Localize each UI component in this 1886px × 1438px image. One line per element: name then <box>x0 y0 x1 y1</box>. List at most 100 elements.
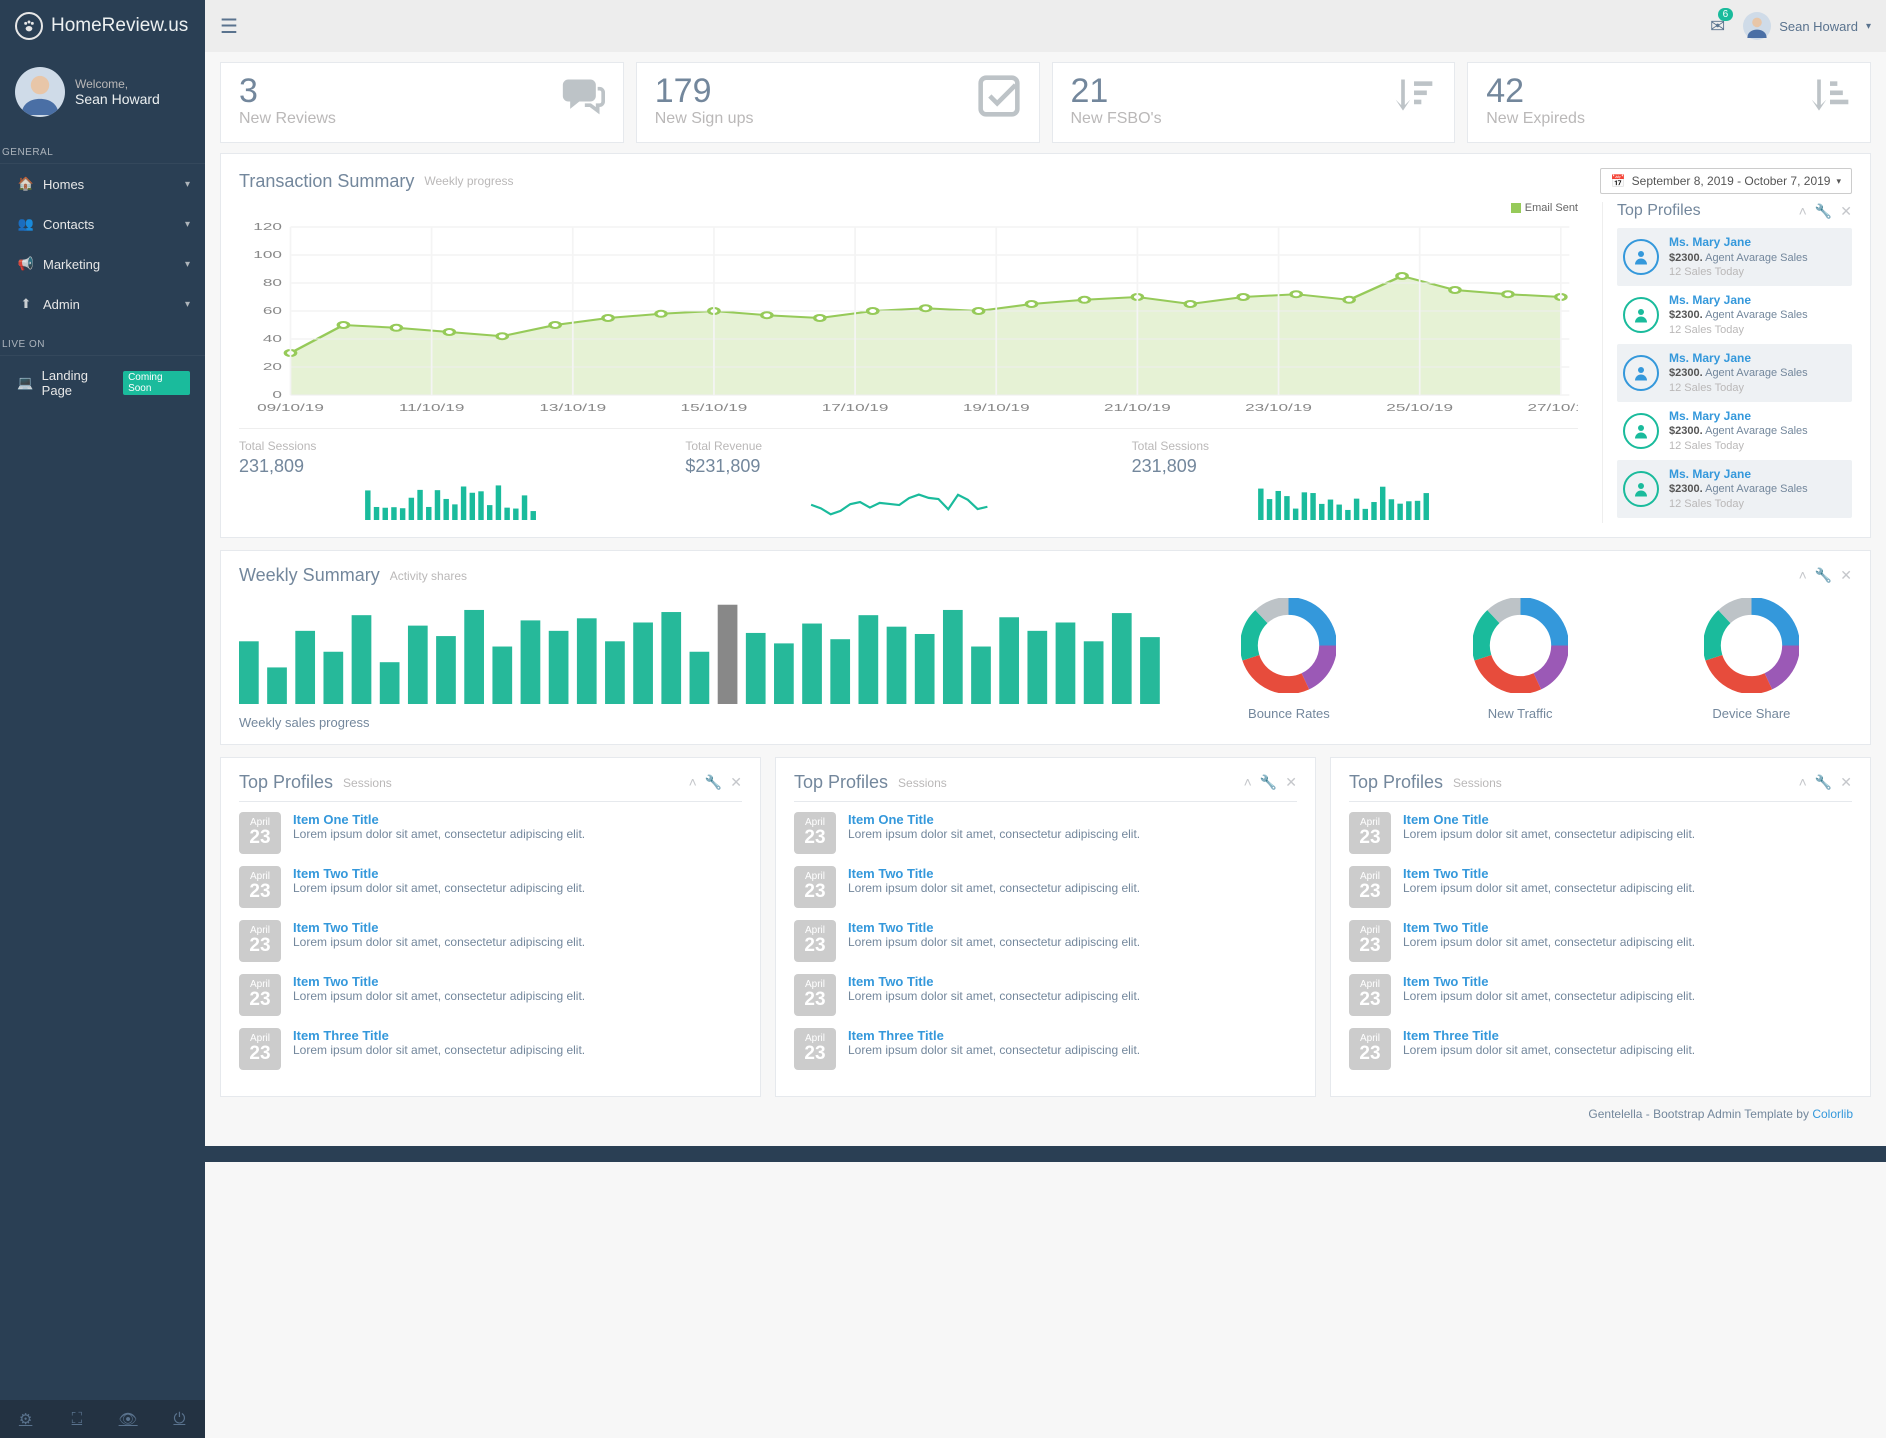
close-icon[interactable]: ✕ <box>1840 203 1852 220</box>
profile-item[interactable]: Ms. Mary Jane$2300. Agent Avarage Sales1… <box>1617 344 1852 402</box>
svg-text:13/10/19: 13/10/19 <box>539 402 606 413</box>
feed-item[interactable]: April23Item Three TitleLorem ipsum dolor… <box>239 1028 742 1070</box>
topnav: ☰ ✉6 Sean Howard ▾ <box>205 0 1886 52</box>
svg-text:60: 60 <box>263 305 282 316</box>
stat-tile[interactable]: 179New Sign ups <box>636 62 1040 143</box>
power-icon[interactable]: ⏻ <box>154 1400 205 1438</box>
footer-link[interactable]: Colorlib <box>1812 1107 1853 1121</box>
donut-widget: New Traffic <box>1473 598 1568 721</box>
section-title: LIVE ON <box>0 334 205 356</box>
feed-item[interactable]: April23Item One TitleLorem ipsum dolor s… <box>794 812 1297 854</box>
bullhorn-icon: 📢 <box>15 256 37 272</box>
section-title: GENERAL <box>0 142 205 164</box>
feed-item[interactable]: April23Item Two TitleLorem ipsum dolor s… <box>794 974 1297 1016</box>
svg-text:11/10/19: 11/10/19 <box>399 402 465 413</box>
stat-tile[interactable]: 42New Expireds <box>1467 62 1871 143</box>
brand-row[interactable]: HomeReview.us <box>0 0 205 52</box>
svg-text:15/10/19: 15/10/19 <box>681 402 748 413</box>
calendar-badge: April23 <box>794 866 836 908</box>
feed-item[interactable]: April23Item One TitleLorem ipsum dolor s… <box>239 812 742 854</box>
calendar-badge: April23 <box>794 1028 836 1070</box>
svg-text:19/10/19: 19/10/19 <box>963 402 1030 413</box>
profile-row: Welcome, Sean Howard <box>0 52 205 132</box>
feed-item[interactable]: April23Item Two TitleLorem ipsum dolor s… <box>794 920 1297 962</box>
profile-item[interactable]: Ms. Mary Jane$2300. Agent Avarage Sales1… <box>1617 286 1852 344</box>
profile-item[interactable]: Ms. Mary Jane$2300. Agent Avarage Sales1… <box>1617 460 1852 518</box>
feed-item[interactable]: April23Item Three TitleLorem ipsum dolor… <box>794 1028 1297 1070</box>
chevron-up-icon[interactable]: ˄ <box>689 774 697 791</box>
feed-item[interactable]: April23Item Two TitleLorem ipsum dolor s… <box>1349 866 1852 908</box>
user-icon <box>1623 355 1659 391</box>
sidebar-item-admin[interactable]: ⬆Admin▾ <box>0 284 205 324</box>
calendar-badge: April23 <box>239 812 281 854</box>
brand-name: HomeReview.us <box>51 15 188 37</box>
svg-text:23/10/19: 23/10/19 <box>1245 402 1312 413</box>
date-range-button[interactable]: 📅 September 8, 2019 - October 7, 2019 ▾ <box>1600 168 1852 194</box>
close-icon[interactable]: ✕ <box>730 774 742 791</box>
eye-icon[interactable]: 👁 <box>103 1400 154 1438</box>
chevron-up-icon[interactable]: ˄ <box>1799 567 1807 584</box>
profile-item[interactable]: Ms. Mary Jane$2300. Agent Avarage Sales1… <box>1617 228 1852 286</box>
paw-icon <box>15 12 43 40</box>
mail-badge: 6 <box>1718 8 1734 21</box>
avatar <box>15 67 65 117</box>
wrench-icon[interactable]: 🔧 <box>1815 567 1832 584</box>
feed-item[interactable]: April23Item Two TitleLorem ipsum dolor s… <box>1349 920 1852 962</box>
feed-item[interactable]: April23Item Three TitleLorem ipsum dolor… <box>1349 1028 1852 1070</box>
svg-text:09/10/19: 09/10/19 <box>257 402 324 413</box>
wrench-icon[interactable]: 🔧 <box>1815 203 1832 220</box>
calendar-badge: April23 <box>239 974 281 1016</box>
mail-icon[interactable]: ✉6 <box>1710 16 1725 37</box>
feed-item[interactable]: April23Item Two TitleLorem ipsum dolor s… <box>1349 974 1852 1016</box>
calendar-badge: April23 <box>1349 974 1391 1016</box>
calendar-badge: April23 <box>1349 866 1391 908</box>
transaction-panel: Transaction Summary Weekly progress 📅 Se… <box>220 153 1871 538</box>
wrench-icon[interactable]: 🔧 <box>705 774 722 791</box>
calendar-badge: April23 <box>1349 812 1391 854</box>
sidebar-footer: ⚙ ⛶ 👁 ⏻ <box>0 1400 205 1438</box>
user-dropdown[interactable]: Sean Howard ▾ <box>1743 12 1871 40</box>
check-icon <box>977 74 1021 128</box>
feed-item[interactable]: April23Item Two TitleLorem ipsum dolor s… <box>239 974 742 1016</box>
chevron-up-icon[interactable]: ˄ <box>1244 774 1252 791</box>
sidebar-item-marketing[interactable]: 📢Marketing▾ <box>0 244 205 284</box>
calendar-badge: April23 <box>794 974 836 1016</box>
user-icon <box>1623 413 1659 449</box>
sidebar-item-contacts[interactable]: 👥Contacts▾ <box>0 204 205 244</box>
close-icon[interactable]: ✕ <box>1285 774 1297 791</box>
chevron-up-icon[interactable]: ˄ <box>1799 203 1807 220</box>
user-icon <box>1623 471 1659 507</box>
mini-stat: Total Sessions231,809 <box>239 439 685 523</box>
sort-desc-icon <box>1392 74 1436 128</box>
fullscreen-icon[interactable]: ⛶ <box>51 1400 102 1438</box>
svg-text:21/10/19: 21/10/19 <box>1104 402 1171 413</box>
calendar-badge: April23 <box>794 812 836 854</box>
menu-toggle-icon[interactable]: ☰ <box>220 14 238 39</box>
wrench-icon[interactable]: 🔧 <box>1260 774 1277 791</box>
svg-text:17/10/19: 17/10/19 <box>822 402 889 413</box>
svg-text:120: 120 <box>253 221 282 232</box>
calendar-badge: April23 <box>239 1028 281 1070</box>
stat-tile[interactable]: 21New FSBO's <box>1052 62 1456 143</box>
stat-tile[interactable]: 3New Reviews <box>220 62 624 143</box>
feed-item[interactable]: April23Item Two TitleLorem ipsum dolor s… <box>794 866 1297 908</box>
calendar-badge: April23 <box>1349 920 1391 962</box>
close-icon[interactable]: ✕ <box>1840 774 1852 791</box>
coming-soon-badge: Coming Soon <box>123 371 190 395</box>
settings-icon[interactable]: ⚙ <box>0 1400 51 1438</box>
laptop-icon: 💻 <box>15 375 36 391</box>
close-icon[interactable]: ✕ <box>1840 567 1852 584</box>
chevron-down-icon: ▾ <box>185 219 190 230</box>
calendar-icon: 📅 <box>1611 174 1626 188</box>
svg-text:27/10/19: 27/10/19 <box>1527 402 1578 413</box>
profile-item[interactable]: Ms. Mary Jane$2300. Agent Avarage Sales1… <box>1617 402 1852 460</box>
sidebar-item-homes[interactable]: 🏠Homes▾ <box>0 164 205 204</box>
chevron-up-icon[interactable]: ˄ <box>1799 774 1807 791</box>
wrench-icon[interactable]: 🔧 <box>1815 774 1832 791</box>
feed-item[interactable]: April23Item One TitleLorem ipsum dolor s… <box>1349 812 1852 854</box>
svg-text:40: 40 <box>263 333 282 344</box>
sidebar-item-landing-page[interactable]: 💻Landing PageComing Soon <box>0 356 205 410</box>
feed-item[interactable]: April23Item Two TitleLorem ipsum dolor s… <box>239 920 742 962</box>
sidebar: HomeReview.us Welcome, Sean Howard GENER… <box>0 0 205 1438</box>
feed-item[interactable]: April23Item Two TitleLorem ipsum dolor s… <box>239 866 742 908</box>
